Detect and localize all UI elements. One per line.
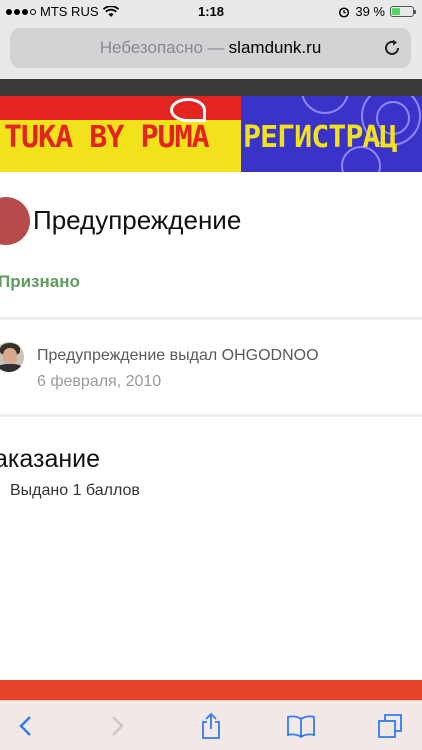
warning-avatar	[0, 197, 30, 245]
divider	[0, 317, 422, 320]
banner-left-text: TUKA BY PUMA	[4, 120, 210, 155]
issued-date: 6 февраля, 2010	[37, 373, 162, 390]
page-title: Предупреждение	[33, 205, 242, 235]
browser-toolbar	[0, 700, 422, 750]
battery-icon	[390, 6, 416, 17]
tabs-icon[interactable]	[375, 711, 405, 741]
penalty-heading: аказание	[0, 445, 101, 473]
reload-icon[interactable]	[381, 37, 403, 59]
alarm-icon	[339, 6, 350, 18]
site-header-strip	[0, 79, 422, 96]
url-field[interactable]: Небезопасно — slamdunk.ru	[10, 28, 411, 68]
url-domain: slamdunk.ru	[228, 38, 322, 57]
issued-by-text[interactable]: Предупреждение выдал OHGODNOO	[37, 347, 319, 365]
back-arrow-icon[interactable]	[10, 711, 40, 741]
status-bar: MTS RUS 1:18 39 %	[0, 0, 422, 24]
insecure-label: Небезопасно —	[99, 38, 225, 57]
points-text: Выдано 1 баллов	[10, 482, 140, 499]
banner-right-panel: РЕГИСТРАЦ	[241, 96, 422, 172]
forward-arrow-icon[interactable]	[103, 711, 133, 741]
site-footer-strip	[0, 680, 422, 700]
status-right-group: 39 %	[338, 4, 416, 19]
battery-percent: 39 %	[355, 4, 385, 19]
bookmarks-icon[interactable]	[286, 711, 316, 741]
site-banner[interactable]: TUKA BY PUMA РЕГИСТРАЦ	[0, 96, 422, 172]
divider	[0, 414, 422, 417]
address-bar: Небезопасно — slamdunk.ru	[0, 24, 422, 79]
share-icon[interactable]	[196, 711, 226, 741]
banner-right-text: РЕГИСТРАЦ	[243, 120, 398, 155]
issuer-avatar[interactable]	[0, 342, 24, 372]
status-badge: Признано	[0, 272, 80, 291]
banner-left-panel: TUKA BY PUMA	[0, 96, 241, 172]
